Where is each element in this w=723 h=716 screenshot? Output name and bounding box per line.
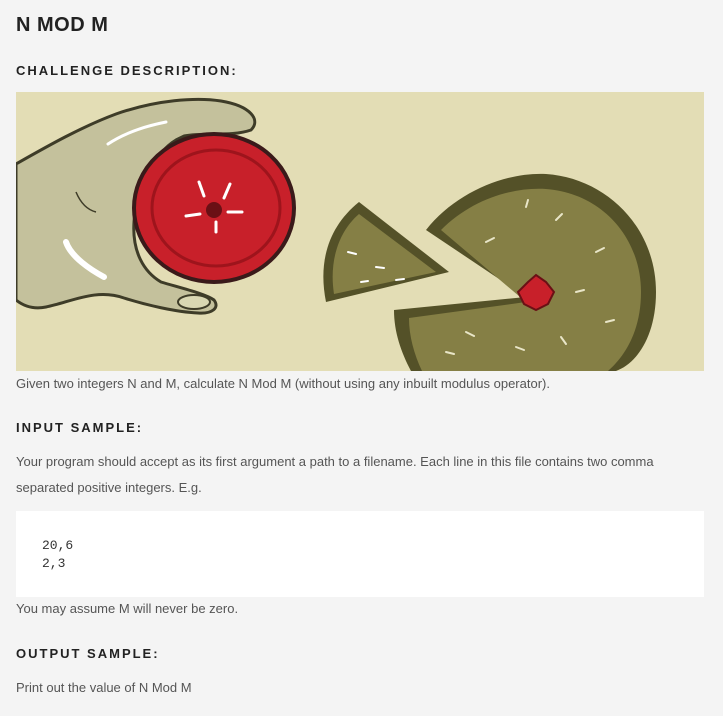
input-sample-text: Your program should accept as its first … [16,454,654,495]
output-sample-heading: OUTPUT SAMPLE: [16,646,160,661]
assumption-text: You may assume M will never be zero. [16,601,239,616]
output-sample-text: Print out the value of N Mod M [16,680,192,695]
challenge-description-text: Given two integers N and M, calculate N … [16,376,550,391]
input-sample-code: 20,6 2,3 [42,538,74,571]
input-sample-code-block: 20,6 2,3 [16,511,704,597]
challenge-illustration [16,92,704,371]
page-title: N MOD M [16,14,109,36]
hand-holding-fruit-illustration [16,92,704,371]
challenge-description-heading: CHALLENGE DESCRIPTION: [16,63,238,78]
challenge-page: N MOD M CHALLENGE DESCRIPTION: Given two… [0,0,723,716]
input-sample-heading: INPUT SAMPLE: [16,420,144,435]
